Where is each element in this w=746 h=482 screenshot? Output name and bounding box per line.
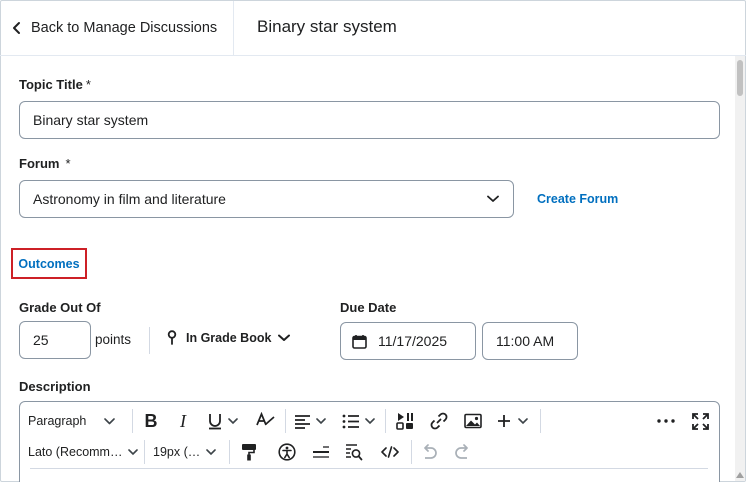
underline-dropdown[interactable]	[207, 410, 238, 432]
calendar-icon	[352, 334, 367, 349]
chevron-down-icon	[365, 417, 375, 424]
outcomes-link[interactable]: Outcomes	[18, 257, 79, 271]
topic-title-label: Topic Title *	[19, 77, 91, 92]
due-time-value: 11:00 AM	[496, 333, 555, 349]
undo-icon[interactable]	[419, 442, 439, 462]
chevron-down-icon	[228, 417, 238, 424]
accessibility-icon[interactable]	[277, 442, 297, 462]
align-dropdown[interactable]	[294, 410, 326, 432]
editor-toolbar-divider	[30, 468, 708, 469]
format-painter-icon[interactable]	[239, 442, 259, 462]
paragraph-format-dropdown[interactable]: Paragraph	[28, 410, 116, 432]
due-date-label: Due Date	[340, 300, 397, 315]
forum-select[interactable]: Astronomy in film and literature	[19, 180, 514, 218]
grade-out-of-label: Grade Out Of	[19, 300, 101, 315]
scrollbar-track[interactable]	[735, 56, 745, 481]
underline-icon	[209, 414, 221, 430]
strikethrough-icon[interactable]	[255, 411, 275, 431]
plus-icon	[498, 415, 510, 427]
topic-title-value: Binary star system	[33, 112, 149, 128]
redo-icon[interactable]	[452, 442, 472, 462]
toolbar-separator	[132, 409, 133, 433]
image-icon[interactable]	[463, 411, 483, 431]
back-label: Back to Manage Discussions	[31, 20, 218, 36]
grade-out-of-input[interactable]: 25	[19, 321, 91, 359]
bold-icon[interactable]: B	[141, 410, 161, 432]
toolbar-separator	[229, 440, 230, 464]
page-title: Binary star system	[257, 17, 397, 36]
font-size-dropdown[interactable]: 19px (…	[153, 441, 217, 463]
chevron-down-icon	[104, 417, 116, 424]
insert-media-icon[interactable]	[395, 411, 415, 431]
toolbar-separator	[540, 409, 541, 433]
toolbar-separator	[411, 440, 412, 464]
topic-title-input[interactable]: Binary star system	[19, 101, 720, 139]
due-date-value: 11/17/2025	[378, 333, 448, 349]
find-replace-icon[interactable]	[344, 442, 364, 462]
list-icon	[342, 414, 359, 428]
page-header: Back to Manage Discussions Binary star s…	[0, 0, 746, 56]
back-to-manage-discussions-link[interactable]: Back to Manage Discussions	[1, 1, 234, 55]
italic-icon[interactable]: I	[174, 410, 192, 432]
points-unit: points	[95, 332, 132, 347]
more-icon[interactable]	[656, 411, 676, 431]
in-grade-book-label: In Grade Book	[186, 330, 272, 345]
chevron-down-icon	[278, 334, 291, 341]
map-pin-icon	[167, 330, 177, 345]
toolbar-separator	[144, 440, 145, 464]
list-dropdown[interactable]	[342, 410, 375, 432]
toolbar-separator	[285, 409, 286, 433]
in-grade-book-button[interactable]: In Grade Book	[167, 330, 291, 345]
due-time-input[interactable]: 11:00 AM	[482, 322, 578, 360]
fullscreen-icon[interactable]	[690, 411, 710, 431]
scroll-down-arrow-icon[interactable]	[736, 472, 744, 478]
forum-selected-value: Astronomy in film and literature	[33, 191, 226, 207]
description-label: Description	[19, 379, 91, 394]
chevron-down-icon	[518, 417, 528, 424]
forum-label: Forum *	[19, 156, 71, 171]
create-forum-link[interactable]: Create Forum	[537, 192, 618, 206]
due-date-input[interactable]: 11/17/2025	[340, 322, 476, 360]
outcomes-highlight: Outcomes	[11, 248, 87, 279]
font-family-dropdown[interactable]: Lato (Recomm…	[28, 441, 139, 463]
chevron-down-icon	[128, 448, 139, 455]
chevron-down-icon	[316, 417, 326, 424]
scrollbar-thumb[interactable]	[737, 60, 743, 96]
line-icon[interactable]	[311, 442, 331, 462]
grade-divider	[149, 327, 150, 354]
chevron-down-icon	[487, 195, 499, 202]
link-icon[interactable]	[429, 411, 449, 431]
align-icon	[295, 414, 310, 429]
code-icon[interactable]	[380, 442, 400, 462]
grade-value: 25	[33, 332, 49, 348]
chevron-down-icon	[206, 448, 217, 455]
toolbar-separator	[385, 409, 386, 433]
chevron-left-icon	[13, 22, 20, 34]
insert-dropdown[interactable]	[497, 410, 528, 432]
